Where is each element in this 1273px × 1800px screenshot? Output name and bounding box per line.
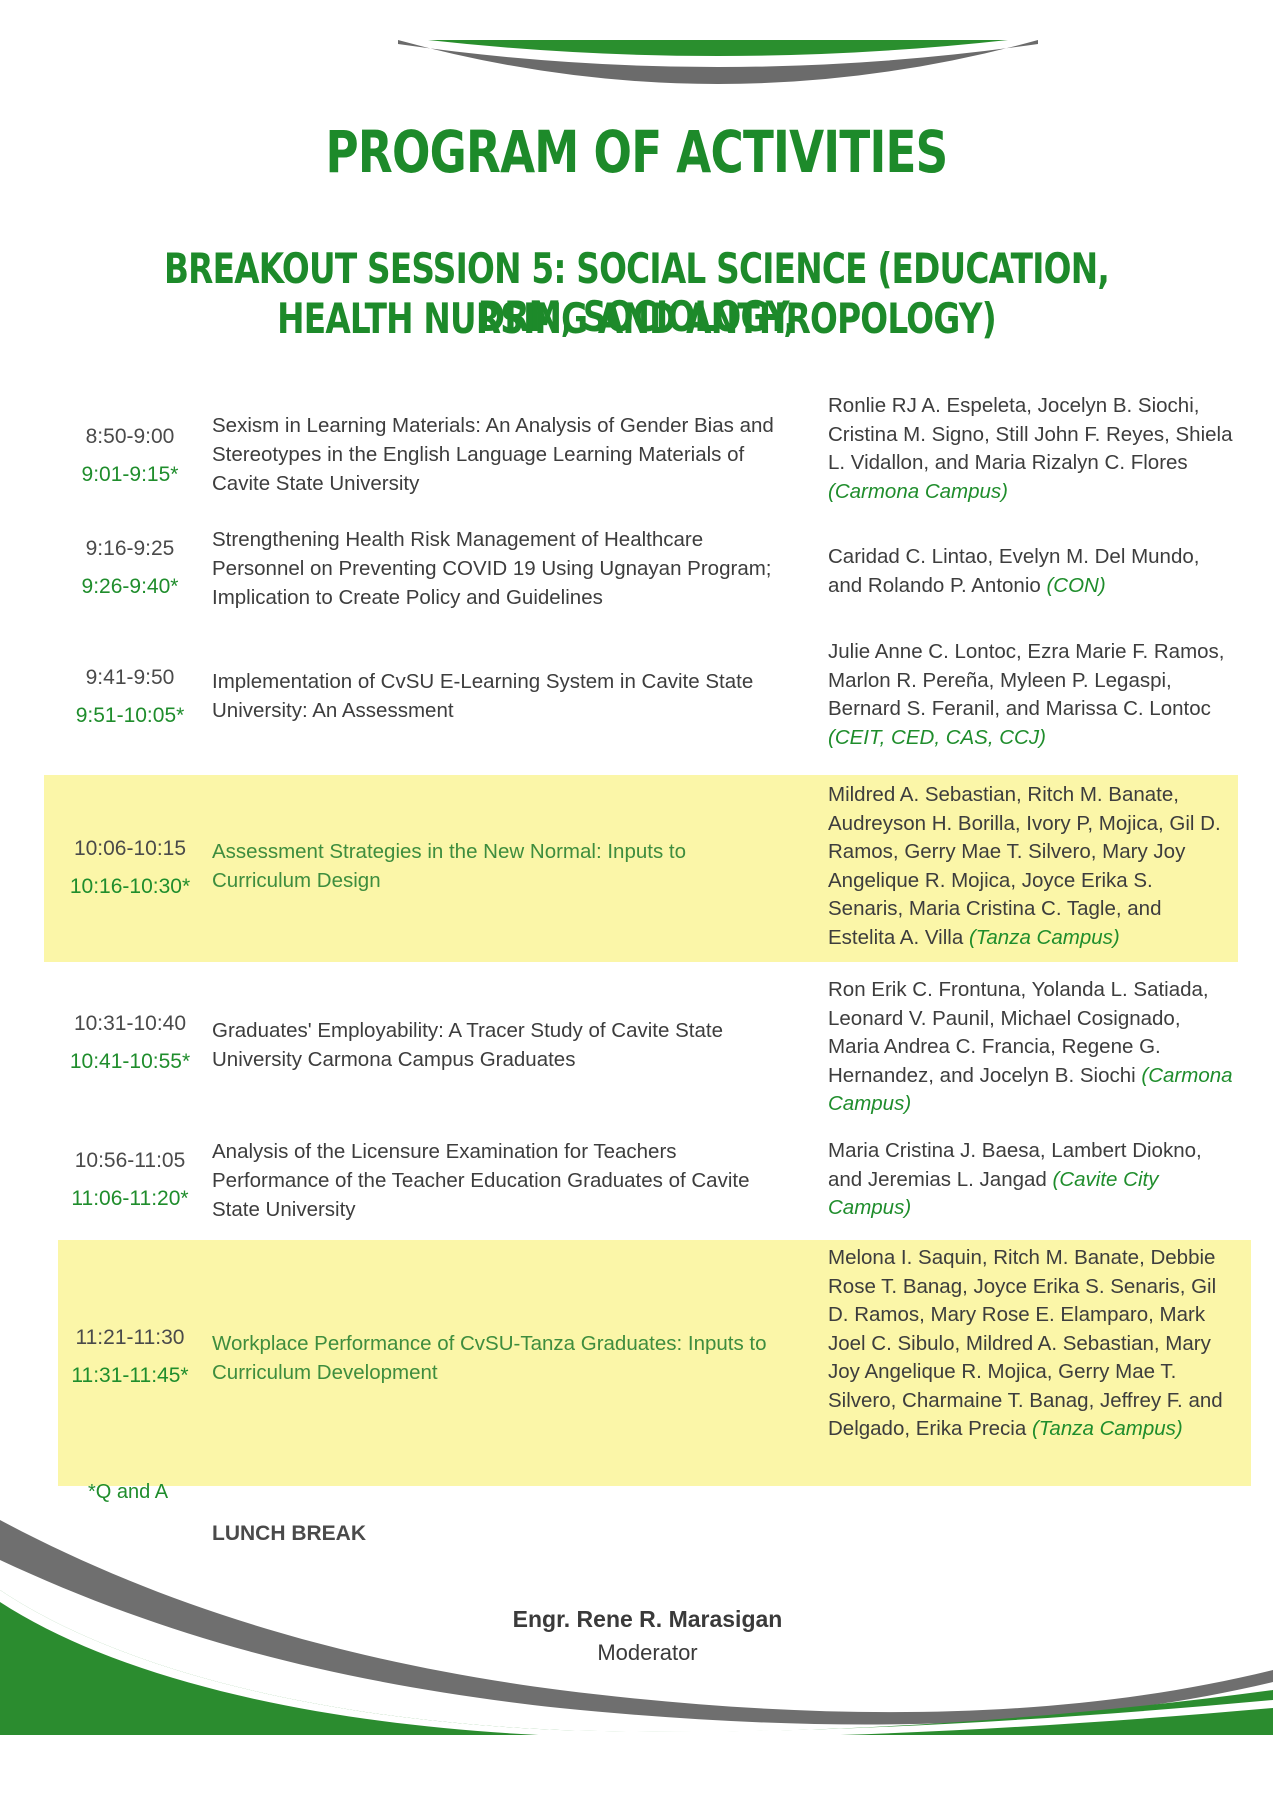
moderator-name: Engr. Rene R. Marasigan <box>512 1606 783 1632</box>
session-row: 8:50-9:00 9:01-9:15* Sexism in Learning … <box>0 392 1273 512</box>
campus-label: (Carmona Campus) <box>828 479 1008 503</box>
qa-time: 10:41-10:55* <box>69 1050 191 1073</box>
session-row: 10:56-11:05 11:06-11:20* Analysis of the… <box>0 1137 1273 1232</box>
qa-time: 11:06-11:20* <box>71 1187 189 1210</box>
presentation-time: 10:56-11:05 <box>74 1149 186 1172</box>
session-row: 9:41-9:50 9:51-10:05* Implementation of … <box>0 638 1273 758</box>
presentation-time: 9:41-9:50 <box>85 666 175 689</box>
author-names: Caridad C. Lintao, Evelyn M. Del Mundo, … <box>828 545 1200 597</box>
session-row: 10:06-10:15 10:16-10:30* Assessment Stra… <box>0 781 1273 956</box>
presentation-time: 9:16-9:25 <box>85 537 175 560</box>
campus-label: (Tanza Campus) <box>1031 1417 1183 1440</box>
qa-footnote: *Q and A <box>88 1481 169 1503</box>
top-swoosh-graphic <box>398 40 1038 84</box>
presentation-time: 10:06-10:15 <box>73 837 187 860</box>
campus-label: (CEIT, CED, CAS, CCJ) <box>828 725 1046 749</box>
qa-time: 9:01-9:15* <box>81 463 179 486</box>
author-names: Melona I. Saquin, Ritch M. Banate, Debbi… <box>828 1246 1223 1440</box>
session-times: 8:50-9:00 9:01-9:15* <box>55 425 205 487</box>
qa-time: 11:31-11:45* <box>71 1364 189 1387</box>
session-topic: Analysis of the Licensure Examination fo… <box>212 1140 750 1221</box>
session-authors: Ron Erik C. Frontuna, Yolanda L. Satiada… <box>828 976 1233 1119</box>
campus-label: (CON) <box>1046 573 1106 597</box>
presentation-time: 11:21-11:30 <box>75 1326 185 1349</box>
session-topic: Sexism in Learning Materials: An Analysi… <box>212 414 774 495</box>
session-authors: Maria Cristina J. Baesa, Lambert Diokno,… <box>828 1137 1233 1223</box>
session-authors: Mildred A. Sebastian, Ritch M. Banate, A… <box>828 781 1233 952</box>
author-names: Julie Anne C. Lontoc, Ezra Marie F. Ramo… <box>828 640 1225 720</box>
session-row: 11:21-11:30 11:31-11:45* Workplace Perfo… <box>0 1244 1273 1482</box>
author-names: Ronlie RJ A. Espeleta, Jocelyn B. Siochi… <box>828 394 1233 474</box>
qa-time: 9:26-9:40* <box>81 575 179 598</box>
presentation-time: 10:31-10:40 <box>73 1012 187 1035</box>
session-topic: Workplace Performance of CvSU-Tanza Grad… <box>212 1332 767 1384</box>
session-topic: Implementation of CvSU E-Learning System… <box>212 670 754 722</box>
qa-time: 10:16-10:30* <box>69 875 191 898</box>
author-names: Mildred A. Sebastian, Ritch M. Banate, A… <box>828 783 1221 949</box>
session-authors: Ronlie RJ A. Espeleta, Jocelyn B. Siochi… <box>828 392 1233 506</box>
session-times: 11:21-11:30 11:31-11:45* <box>55 1326 205 1388</box>
qa-time: 9:51-10:05* <box>75 704 185 727</box>
session-topic: Strengthening Health Risk Management of … <box>212 528 772 609</box>
moderator-role: Moderator <box>597 1640 698 1665</box>
page-title: PROGRAM OF ACTIVITIES <box>325 118 949 186</box>
session-authors: Melona I. Saquin, Ritch M. Banate, Debbi… <box>828 1244 1233 1444</box>
session-row: 9:16-9:25 9:26-9:40* Strengthening Healt… <box>0 525 1273 620</box>
session-title-line2: HEALTH NURSING AND ANTHROPOLOGY) <box>277 294 997 343</box>
presentation-time: 8:50-9:00 <box>85 425 175 448</box>
session-authors: Julie Anne C. Lontoc, Ezra Marie F. Ramo… <box>828 638 1233 752</box>
session-topic: Assessment Strategies in the New Normal:… <box>212 840 686 892</box>
session-times: 10:06-10:15 10:16-10:30* <box>55 837 205 899</box>
session-times: 10:56-11:05 11:06-11:20* <box>55 1149 205 1211</box>
session-topic: Graduates' Employability: A Tracer Study… <box>212 1019 723 1071</box>
session-authors: Caridad C. Lintao, Evelyn M. Del Mundo, … <box>828 543 1233 600</box>
session-row: 10:31-10:40 10:41-10:55* Graduates' Empl… <box>0 976 1273 1126</box>
session-times: 9:16-9:25 9:26-9:40* <box>55 537 205 599</box>
session-times: 9:41-9:50 9:51-10:05* <box>55 666 205 728</box>
campus-label: (Tanza Campus) <box>968 925 1120 949</box>
lunch-break-label: LUNCH BREAK <box>212 1522 366 1545</box>
session-times: 10:31-10:40 10:41-10:55* <box>55 1012 205 1074</box>
